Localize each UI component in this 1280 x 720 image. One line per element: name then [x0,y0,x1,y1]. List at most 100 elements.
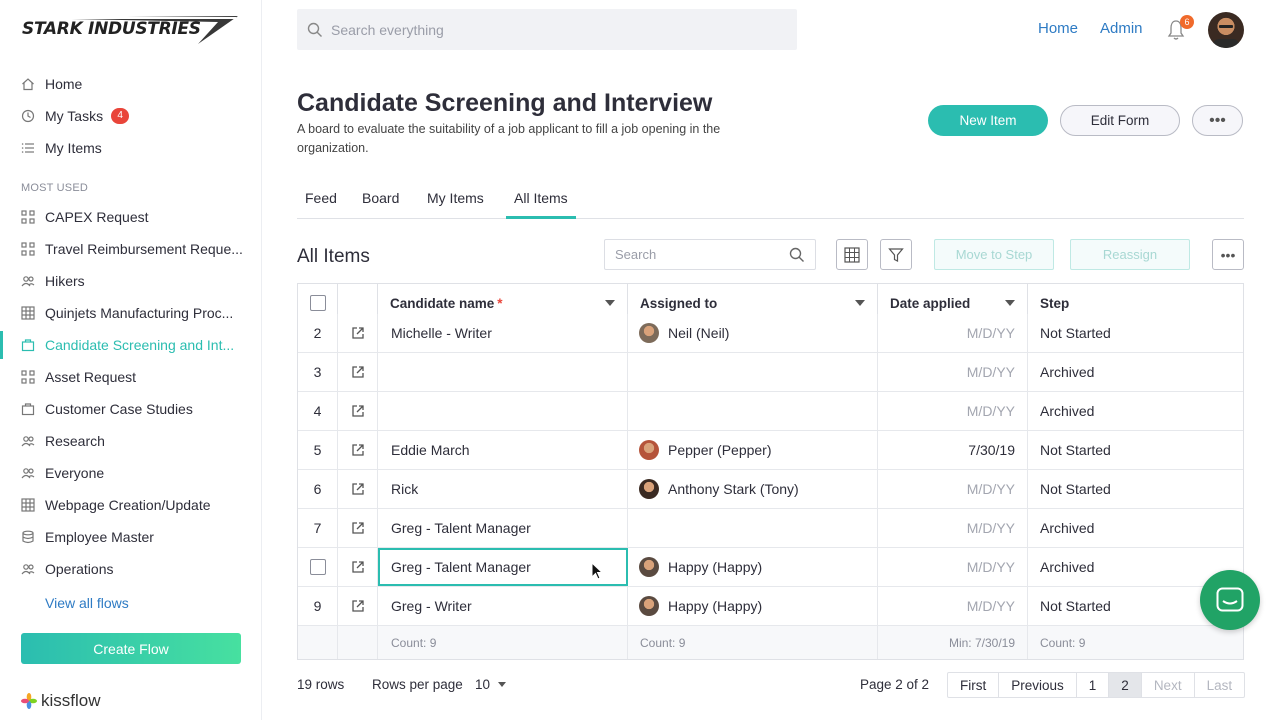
open-item-button[interactable] [338,314,378,352]
table-row[interactable]: 4 M/D/YY Archived [298,392,1243,431]
process-icon [21,370,35,384]
chat-launcher-button[interactable] [1200,570,1260,630]
assigned-to-cell[interactable] [628,392,878,430]
date-applied-cell[interactable]: M/D/YY [878,392,1028,430]
assigned-to-cell[interactable] [628,353,878,391]
sidebar-item-asset-request[interactable]: Asset Request [0,361,262,393]
page-button-1[interactable]: 1 [1077,673,1110,697]
global-search-input[interactable]: Search everything [297,9,797,50]
filter-button[interactable] [880,239,912,270]
open-item-button[interactable] [338,431,378,469]
assigned-to-cell[interactable]: Neil (Neil) [628,314,878,352]
open-item-button[interactable] [338,587,378,625]
company-logo[interactable]: STARK INDUSTRIES [22,14,240,46]
most-used-label: MOST USED [21,182,88,194]
sidebar-item-candidate-screening-and-int[interactable]: Candidate Screening and Int... [0,329,262,361]
candidate-name-cell[interactable]: Michelle - Writer [378,314,628,352]
table-row[interactable]: 9 Greg - Writer Happy (Happy) M/D/YY Not Sta… [298,587,1243,626]
candidate-name-cell[interactable]: Greg - Talent Manager [378,509,628,547]
date-applied-cell[interactable]: 7/30/19 [878,431,1028,469]
assigned-to-cell[interactable]: Pepper (Pepper) [628,431,878,469]
assigned-to-cell[interactable]: Happy (Happy) [628,587,878,625]
select-all-checkbox[interactable] [310,295,326,311]
sidebar-item-webpage-creation-update[interactable]: Webpage Creation/Update [0,489,262,521]
list-more-button[interactable]: ••• [1212,239,1244,270]
assigned-to-cell[interactable]: Anthony Stark (Tony) [628,470,878,508]
edit-form-button[interactable]: Edit Form [1060,105,1180,136]
open-item-button[interactable] [338,392,378,430]
assigned-to-cell[interactable]: Happy (Happy) [628,548,878,586]
table-row[interactable]: 2 Michelle - Writer Neil (Neil) M/D/YY Not S… [298,314,1243,353]
date-applied-cell[interactable]: M/D/YY [878,470,1028,508]
chevron-down-icon[interactable] [1005,300,1015,306]
date-applied-cell[interactable]: M/D/YY [878,314,1028,352]
assigned-to-cell[interactable] [628,509,878,547]
move-to-step-button[interactable]: Move to Step [934,239,1054,270]
page-more-button[interactable]: ••• [1192,105,1243,136]
candidate-name-cell[interactable] [378,353,628,391]
page-button-2[interactable]: 2 [1109,673,1142,697]
column-settings-button[interactable] [836,239,868,270]
create-flow-button[interactable]: Create Flow [21,633,241,664]
sidebar-item-label: Home [45,76,83,92]
chat-icon [1216,587,1244,612]
sidebar-item-everyone[interactable]: Everyone [0,457,262,489]
column-label: Date applied [890,295,971,311]
tab-my-items[interactable]: My Items [419,190,492,219]
table-row[interactable]: Greg - Talent Manager Happy (Happy) M/D/YY… [298,548,1243,587]
sidebar-item-hikers[interactable]: Hikers [0,265,262,297]
candidate-name-cell[interactable]: Eddie March [378,431,628,469]
date-applied-cell[interactable]: M/D/YY [878,548,1028,586]
sidebar-item-research[interactable]: Research [0,425,262,457]
row-count: 19 rows [297,677,345,692]
sidebar-item-operations[interactable]: Operations [0,553,262,585]
table-row[interactable]: 5 Eddie March Pepper (Pepper) 7/30/19 Not St… [298,431,1243,470]
open-item-button[interactable] [338,509,378,547]
assignee-name: Happy (Happy) [668,598,763,614]
open-item-button[interactable] [338,548,378,586]
page-button-first[interactable]: First [948,673,1000,697]
column-label: Candidate name [390,295,495,311]
chevron-down-icon[interactable] [855,300,865,306]
rows-per-page-label: Rows per page [372,677,463,692]
reassign-button[interactable]: Reassign [1070,239,1190,270]
page-button-next[interactable]: Next [1142,673,1195,697]
date-applied-cell[interactable]: M/D/YY [878,353,1028,391]
admin-link[interactable]: Admin [1100,20,1143,37]
home-link[interactable]: Home [1038,20,1078,37]
row-checkbox[interactable] [309,559,326,575]
page-button-last[interactable]: Last [1195,673,1245,697]
sidebar-item-my-tasks[interactable]: My Tasks 4 [0,100,262,132]
date-applied-cell[interactable]: M/D/YY [878,587,1028,625]
sidebar-item-employee-master[interactable]: Employee Master [0,521,262,553]
page-button-previous[interactable]: Previous [999,673,1077,697]
table-row[interactable]: 6 Rick Anthony Stark (Tony) M/D/YY Not Start… [298,470,1243,509]
open-item-button[interactable] [338,353,378,391]
date-applied-cell[interactable]: M/D/YY [878,509,1028,547]
table-row[interactable]: 3 M/D/YY Archived [298,353,1243,392]
list-search-input[interactable]: Search [604,239,816,270]
rows-per-page-select[interactable]: 10 [475,677,507,692]
row-select-cell[interactable] [298,548,338,586]
view-all-flows-link[interactable]: View all flows [45,595,129,611]
sidebar-item-capex-request[interactable]: CAPEX Request [0,201,262,233]
candidate-name-cell[interactable] [378,392,628,430]
candidate-name-cell[interactable]: Rick [378,470,628,508]
chevron-down-icon[interactable] [605,300,615,306]
tab-all-items[interactable]: All Items [506,190,576,219]
open-item-button[interactable] [338,470,378,508]
sidebar-item-my-items[interactable]: My Items [0,132,262,164]
table-row[interactable]: 7 Greg - Talent Manager M/D/YY Archived [298,509,1243,548]
people-icon [21,274,35,288]
search-icon [307,22,322,37]
tab-board[interactable]: Board [354,190,407,219]
tab-feed[interactable]: Feed [297,190,345,219]
sidebar-item-quinjets-manufacturing-proc[interactable]: Quinjets Manufacturing Proc... [0,297,262,329]
sidebar-item-travel-reimbursement-reque[interactable]: Travel Reimbursement Reque... [0,233,262,265]
candidate-name-cell[interactable]: Greg - Writer [378,587,628,625]
user-avatar[interactable] [1208,12,1244,48]
external-link-icon [351,483,364,495]
new-item-button[interactable]: New Item [928,105,1048,136]
sidebar-item-customer-case-studies[interactable]: Customer Case Studies [0,393,262,425]
sidebar-item-home[interactable]: Home [0,68,262,100]
